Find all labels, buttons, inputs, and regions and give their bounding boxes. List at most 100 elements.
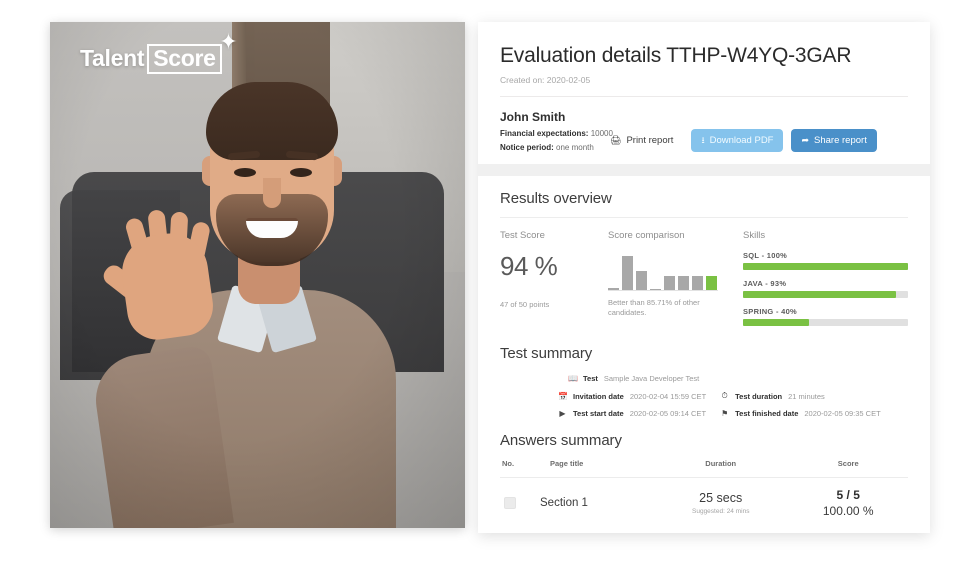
download-icon: ⭳ bbox=[701, 135, 705, 145]
notice-period-label: Notice period: bbox=[500, 143, 554, 152]
clock-icon: ⏱ bbox=[721, 391, 728, 400]
answers-header-row: No. Page title Duration Score bbox=[500, 459, 908, 478]
report-header: Evaluation details TTHP-W4YQ-3GAR Create… bbox=[478, 22, 930, 97]
skill-fill bbox=[743, 263, 908, 270]
results-overview-title: Results overview bbox=[500, 190, 612, 207]
skill-track bbox=[743, 319, 908, 326]
summary-value: 2020-02-05 09:14 CET bbox=[629, 409, 707, 418]
table-row[interactable]: Section 1 25 secs Suggested: 24 mins 5 / 5 1… bbox=[500, 477, 908, 529]
col-header-no: No. bbox=[500, 459, 540, 478]
summary-value: 2020-02-05 09:35 CET bbox=[804, 409, 881, 418]
answers-summary-title: Answers summary bbox=[500, 432, 622, 449]
row-score-cell: 2 / 540.00 % bbox=[788, 528, 908, 533]
skill-fill bbox=[743, 319, 809, 326]
histogram-bar bbox=[692, 276, 703, 290]
score-comparison-chart bbox=[608, 251, 718, 291]
row-page-title: Section 2 bbox=[540, 528, 654, 533]
row-checkbox-cell[interactable] bbox=[500, 528, 540, 533]
report-actions: 🖨 Print report ⭳ Download PDF ➦ Share re… bbox=[608, 129, 877, 152]
section-separator bbox=[478, 164, 930, 176]
test-score-label: Test Score bbox=[500, 230, 545, 241]
skill-item: JAVA - 93% bbox=[743, 279, 908, 298]
skill-track bbox=[743, 263, 908, 270]
row-page-title: Section 1 bbox=[540, 477, 654, 529]
summary-key: Test bbox=[583, 374, 598, 383]
summary-row: 📅 Invitation date 2020-02-04 15:59 CET bbox=[500, 391, 706, 401]
summary-value: 21 minutes bbox=[788, 391, 825, 401]
candidate-video-panel[interactable]: Talent Score ✦ bbox=[50, 22, 465, 528]
test-score-column: Test Score 94 % 47 of 50 points bbox=[500, 230, 608, 335]
summary-value: Sample Java Developer Test bbox=[603, 374, 700, 383]
skill-name: SPRING - 40% bbox=[743, 307, 798, 316]
summary-value: 2020-02-04 15:59 CET bbox=[629, 391, 707, 401]
answers-summary-section: Answers summary No. Page title Duration … bbox=[478, 418, 930, 533]
row-duration-suggested: Suggested: 24 mins bbox=[692, 508, 750, 515]
test-summary-section: Test summary 📖 Test Sample Java Developer … bbox=[478, 335, 930, 418]
print-report-label: Print report bbox=[626, 135, 674, 146]
summary-spacer bbox=[706, 374, 908, 383]
play-icon: ▶ bbox=[559, 409, 566, 418]
score-comparison-caption: Better than 85.71% of other candidates. bbox=[608, 298, 700, 318]
score-comparison-label: Score comparison bbox=[608, 230, 685, 241]
row-checkbox-cell[interactable] bbox=[500, 477, 540, 529]
row-duration: 25 secs bbox=[699, 491, 743, 505]
checkbox-filled[interactable] bbox=[504, 497, 516, 509]
skill-item: SPRING - 40% bbox=[743, 307, 908, 326]
summary-key: Test start date bbox=[573, 409, 624, 418]
page-title: Evaluation details TTHP-W4YQ-3GAR bbox=[500, 44, 852, 67]
col-header-page: Page title bbox=[540, 459, 654, 478]
created-on-text: Created on: 2020-02-05 bbox=[500, 75, 591, 85]
summary-row: ⚑ Test finished date 2020-02-05 09:35 CET bbox=[706, 409, 908, 418]
histogram-bar bbox=[622, 256, 633, 290]
skill-name: SQL - 100% bbox=[743, 251, 788, 260]
row-score-percent: 100.00 % bbox=[822, 504, 874, 518]
histogram-bar bbox=[664, 276, 675, 290]
screenshot-root: Talent Score ✦ Evaluation details TTHP-W… bbox=[0, 0, 960, 573]
test-summary-grid: 📖 Test Sample Java Developer Test 📅 Invitati… bbox=[500, 374, 908, 418]
summary-key: Invitation date bbox=[573, 391, 624, 401]
logo-word-talent: Talent bbox=[80, 45, 145, 72]
talentscore-logo: Talent Score ✦ bbox=[80, 31, 238, 74]
skill-name: JAVA - 93% bbox=[743, 279, 787, 288]
print-report-button[interactable]: 🖨 Print report bbox=[608, 129, 683, 152]
results-overview-rule bbox=[500, 217, 908, 218]
download-pdf-label: Download PDF bbox=[709, 135, 774, 146]
financial-expectations-label: Financial expectations: bbox=[500, 129, 589, 138]
skills-label: Skills bbox=[743, 230, 766, 241]
results-overview-columns: Test Score 94 % 47 of 50 points Score co… bbox=[500, 230, 908, 335]
row-duration-cell: 14 secs bbox=[653, 528, 789, 533]
printer-icon: 🖨 bbox=[610, 135, 622, 145]
logo-word-score: Score bbox=[147, 44, 222, 74]
summary-key: Test finished date bbox=[735, 409, 799, 418]
skills-list: SQL - 100% JAVA - 93% SPRING - 40% bbox=[743, 251, 908, 326]
flag-icon: ⚑ bbox=[721, 409, 729, 418]
download-pdf-button[interactable]: ⭳ Download PDF bbox=[691, 129, 784, 152]
summary-row: ⏱ Test duration 21 minutes bbox=[706, 391, 908, 401]
histogram-bar bbox=[706, 276, 717, 290]
test-score-points: 47 of 50 points bbox=[500, 300, 550, 309]
skills-column: Skills SQL - 100% JAVA - 93% SPRING - 40% bbox=[743, 230, 908, 335]
answers-table-body: Section 1 25 secs Suggested: 24 mins 5 / 5 1… bbox=[500, 477, 908, 533]
sparkle-icon: ✦ bbox=[219, 29, 238, 54]
summary-row: 📖 Test Sample Java Developer Test bbox=[500, 374, 706, 383]
notice-period-value: one month bbox=[553, 143, 594, 152]
answers-table-head: No. Page title Duration Score bbox=[500, 459, 908, 478]
evaluation-report-card: Evaluation details TTHP-W4YQ-3GAR Create… bbox=[478, 22, 930, 533]
histogram-bar bbox=[608, 288, 619, 290]
score-comparison-column: Score comparison Better than 85.71% of o… bbox=[608, 230, 743, 335]
row-duration-cell: 25 secs Suggested: 24 mins bbox=[653, 477, 789, 529]
results-overview-section: Results overview Test Score 94 % 47 of 5… bbox=[478, 176, 930, 335]
skill-track bbox=[743, 291, 908, 298]
table-row[interactable]: Section 214 secs2 / 540.00 % bbox=[500, 528, 908, 533]
share-report-button[interactable]: ➦ Share report bbox=[791, 129, 877, 152]
col-header-duration: Duration bbox=[653, 459, 789, 478]
test-score-value: 94 % bbox=[500, 251, 558, 281]
row-score-cell: 5 / 5 100.00 % bbox=[788, 477, 908, 529]
row-score-points: 5 / 5 bbox=[836, 488, 860, 502]
histogram-bar bbox=[650, 289, 661, 290]
book-icon: 📖 bbox=[568, 374, 578, 383]
summary-row: ▶ Test start date 2020-02-05 09:14 CET bbox=[500, 409, 706, 418]
video-vignette bbox=[50, 22, 465, 528]
answers-table: No. Page title Duration Score Section 12… bbox=[500, 459, 908, 533]
share-arrow-icon: ➦ bbox=[801, 135, 810, 145]
